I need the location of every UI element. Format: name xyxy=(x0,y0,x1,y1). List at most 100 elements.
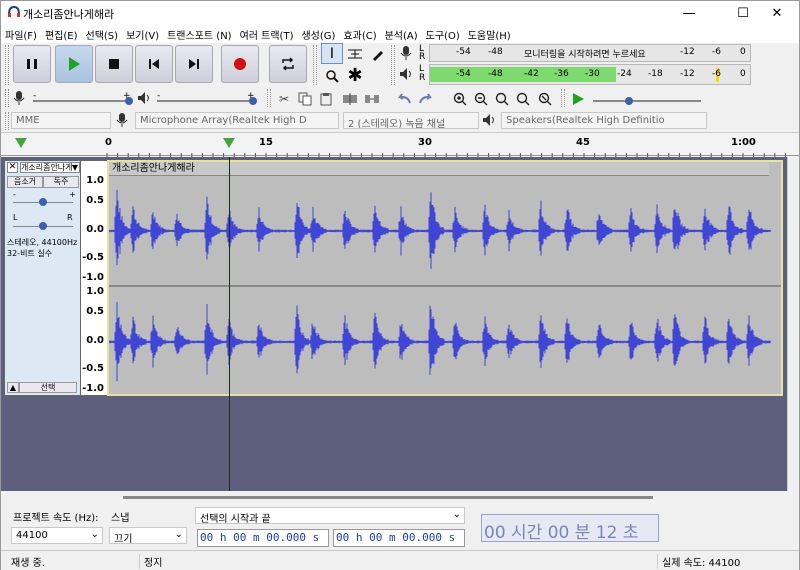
timeline-ruler[interactable]: 0 15 30 45 1:00 xyxy=(1,132,799,157)
y-tick: -1.0 xyxy=(82,383,104,394)
envelope-tool[interactable] xyxy=(344,43,366,64)
close-button[interactable]: ✕ xyxy=(755,1,799,25)
pan-left-label: L xyxy=(13,213,18,222)
selection-tool[interactable]: I xyxy=(321,43,343,64)
vertical-scrollbar[interactable] xyxy=(787,157,799,491)
track-close-button[interactable]: ✕ xyxy=(7,162,18,173)
play-meter-speaker-icon[interactable] xyxy=(399,67,415,84)
selection-end-time[interactable]: 00 h 00 m 00.000 s xyxy=(333,529,465,547)
record-meter-hint: 모니터링을 시작하려면 누르세요 xyxy=(524,50,646,60)
input-volume-knob[interactable] xyxy=(125,97,133,105)
record-meter[interactable]: -54 -48 모니터링을 시작하려면 누르세요 -12 -6 0 xyxy=(429,44,751,62)
selection-start-time[interactable]: 00 h 00 m 00.000 s xyxy=(197,529,329,547)
track-name-menu[interactable]: 개소리좀안나게 ▼ xyxy=(20,162,80,173)
trim-button[interactable] xyxy=(341,90,359,108)
record-meter-mic-icon[interactable] xyxy=(399,45,413,64)
edit-grip[interactable] xyxy=(267,89,271,107)
record-button[interactable] xyxy=(221,45,259,83)
minimize-button[interactable]: — xyxy=(667,1,711,25)
output-volume-knob[interactable] xyxy=(249,97,257,105)
copy-icon xyxy=(298,92,312,106)
play-tick: -42 xyxy=(524,69,539,79)
fit-project-button[interactable] xyxy=(514,90,532,108)
loop-button[interactable] xyxy=(269,45,307,83)
snap-select[interactable]: 끄기 ⌄ xyxy=(109,527,187,544)
draw-tool[interactable] xyxy=(367,43,389,64)
rec-tick: -6 xyxy=(712,47,721,57)
amplitude-scale[interactable]: 1.0 0.5 0.0 -0.5 -1.0 1.0 0.5 0.0 -0.5 -… xyxy=(81,160,107,396)
skip-end-button[interactable] xyxy=(175,45,213,83)
play-speed-knob[interactable] xyxy=(625,97,633,105)
input-volume-slider[interactable] xyxy=(33,100,129,102)
input-device-mic-icon xyxy=(115,112,129,131)
output-volume-slider[interactable] xyxy=(157,100,253,102)
cut-button[interactable]: ✂ xyxy=(275,90,293,108)
zoom-in-button[interactable] xyxy=(451,90,469,108)
clip-title[interactable]: 개소리좀안나게해라 xyxy=(109,162,769,176)
copy-button[interactable] xyxy=(296,90,314,108)
multi-tool[interactable]: ✱ xyxy=(344,65,366,86)
menu-file[interactable]: 파일(F) xyxy=(1,25,41,42)
collapse-track-button[interactable]: ▲ xyxy=(7,382,19,393)
rec-tick: -12 xyxy=(680,47,695,57)
selection-mode-value: 선택의 시작과 끝 xyxy=(200,514,271,524)
pan-knob[interactable] xyxy=(39,222,47,230)
menu-tools[interactable]: 도구(O) xyxy=(422,25,464,42)
meter-grip[interactable] xyxy=(391,45,395,85)
audio-clip[interactable]: 개소리좀안나게해라 xyxy=(107,160,783,396)
play-at-speed-grip[interactable] xyxy=(561,89,565,107)
track-info-depth: 32-비트 실수 xyxy=(7,249,53,258)
play-button[interactable] xyxy=(55,45,93,83)
stop-button[interactable] xyxy=(95,45,133,83)
play-meter[interactable]: -54 -48 -42 -36 -30 -24 -18 -12 -6 0 xyxy=(429,64,751,85)
undo-button[interactable] xyxy=(395,90,413,108)
device-grip[interactable] xyxy=(5,112,9,130)
input-channels-select[interactable]: 2 (스테레오) 녹음 채널 xyxy=(343,112,479,129)
zoom-toggle-icon xyxy=(538,92,552,106)
menu-generate[interactable]: 생성(G) xyxy=(297,25,339,42)
title-bar: 개소리좀안나게해라 — ☐ ✕ xyxy=(1,1,799,25)
menu-help[interactable]: 도움말(H) xyxy=(464,25,515,42)
menu-view[interactable]: 보기(V) xyxy=(122,25,163,42)
redo-button[interactable] xyxy=(417,90,435,108)
output-device-speaker-icon xyxy=(482,113,498,130)
snap-value: 끄기 xyxy=(114,534,133,544)
play-at-speed-button[interactable] xyxy=(569,90,587,108)
fit-selection-button[interactable] xyxy=(493,90,511,108)
audio-position-display[interactable]: 00 시간 00 분 12 초 xyxy=(481,514,659,543)
toolbar-grip[interactable] xyxy=(5,45,9,85)
menu-edit[interactable]: 편집(E) xyxy=(41,25,82,42)
solo-button[interactable]: 독주 xyxy=(43,176,79,188)
selection-toolbar: 프로젝트 속도 (Hz): 44100 ⌄ 스냅 끄기 ⌄ 선택의 시작과 끝 ⌄ 0… xyxy=(1,505,799,551)
zoom-tool[interactable] xyxy=(321,65,343,86)
silence-button[interactable] xyxy=(363,90,381,108)
menu-tracks[interactable]: 여러 트랙(T) xyxy=(236,25,298,42)
menu-select[interactable]: 선택(S) xyxy=(82,25,123,42)
y-tick: 0.0 xyxy=(86,224,104,235)
tools-grip[interactable] xyxy=(313,45,317,85)
menu-transport[interactable]: 트랜스포트 (N) xyxy=(163,25,235,42)
input-volume-mic-icon xyxy=(13,90,25,109)
output-device-select[interactable]: Speakers(Realtek High Definitio xyxy=(501,112,707,129)
gain-knob[interactable] xyxy=(39,198,47,206)
selection-mode-select[interactable]: 선택의 시작과 끝 ⌄ xyxy=(195,507,465,524)
skip-start-button[interactable] xyxy=(135,45,173,83)
scissors-icon: ✂ xyxy=(278,92,290,106)
audio-host-select[interactable]: MME xyxy=(11,112,111,129)
input-device-select[interactable]: Microphone Array(Realtek High D xyxy=(135,112,339,129)
play-speed-slider[interactable] xyxy=(593,100,701,102)
zoom-toggle-button[interactable] xyxy=(536,90,554,108)
menu-analyze[interactable]: 분석(A) xyxy=(381,25,422,42)
horizontal-scrollbar[interactable] xyxy=(1,491,799,503)
menu-effect[interactable]: 효과(C) xyxy=(339,25,380,42)
waveform[interactable] xyxy=(109,176,781,394)
select-track-button[interactable]: 선택 xyxy=(19,382,77,393)
zoom-out-button[interactable] xyxy=(472,90,490,108)
scrollbar-thumb[interactable] xyxy=(123,496,653,499)
paste-button[interactable] xyxy=(317,90,335,108)
rec-tick: -48 xyxy=(488,47,503,57)
mute-button[interactable]: 음소거 xyxy=(7,176,43,188)
mixer-grip[interactable] xyxy=(5,89,9,107)
pause-button[interactable] xyxy=(13,45,51,83)
project-rate-select[interactable]: 44100 ⌄ xyxy=(11,527,103,544)
